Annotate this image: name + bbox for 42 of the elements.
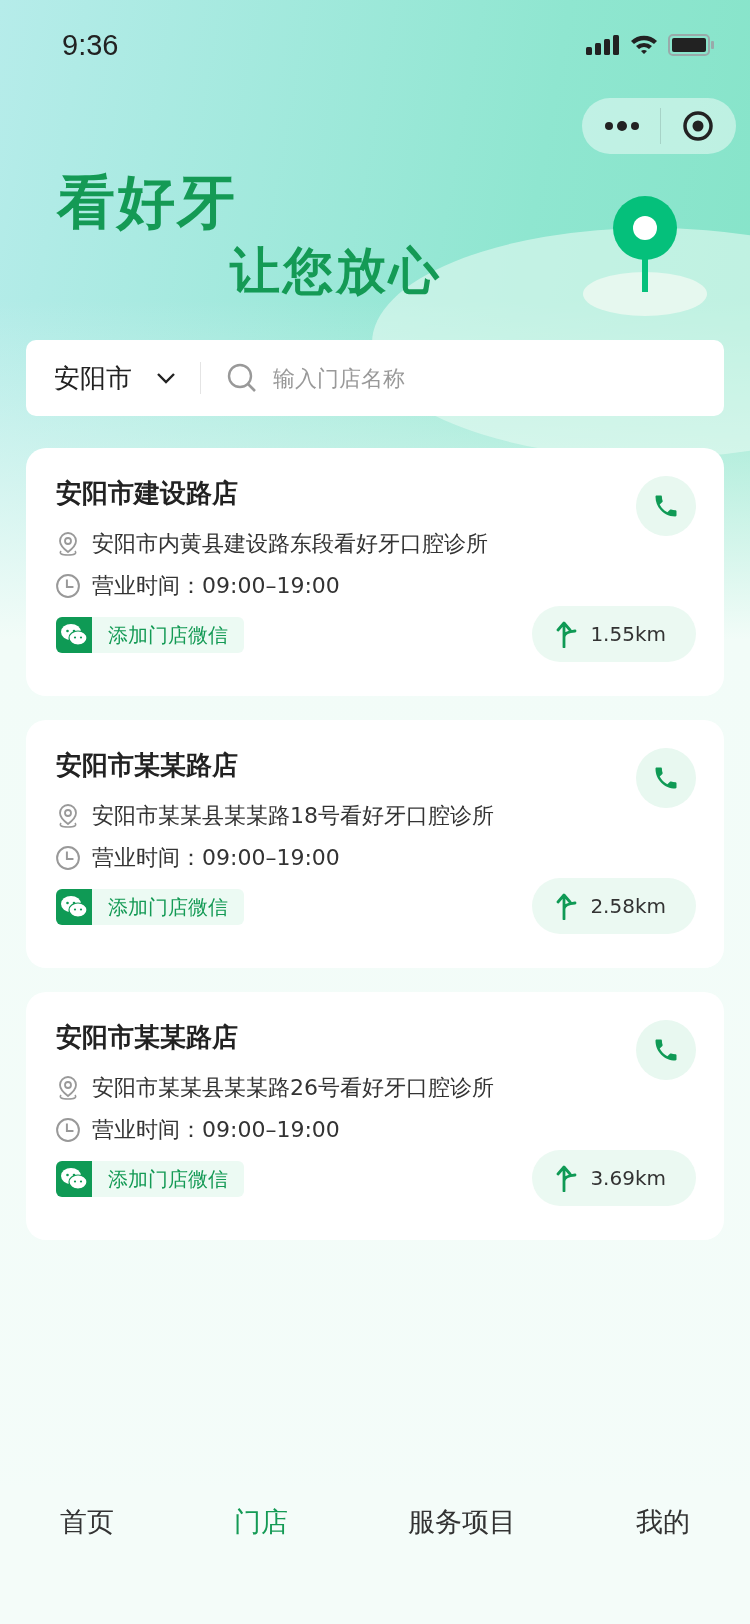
store-address: 安阳市某某县某某路18号看好牙口腔诊所	[92, 802, 494, 830]
tab-item[interactable]: 我的	[620, 1494, 706, 1550]
store-name: 安阳市某某路店	[56, 1021, 238, 1054]
store-card[interactable]: 安阳市建设路店 安阳市内黄县建设路东段看好牙口腔诊所 营业时间：09:00–19:00 添加门店微信 1.55km	[26, 448, 724, 696]
route-arrow-icon	[556, 1164, 579, 1192]
wechat-icon	[60, 623, 88, 647]
status-time: 9:36	[62, 28, 119, 62]
store-name: 安阳市某某路店	[56, 749, 238, 782]
store-address: 安阳市内黄县建设路东段看好牙口腔诊所	[92, 530, 488, 558]
clock-icon	[56, 1118, 80, 1142]
tab-item[interactable]: 服务项目	[392, 1494, 532, 1550]
city-dropdown[interactable]: 安阳市	[54, 360, 176, 396]
battery-icon	[668, 34, 714, 56]
location-icon	[56, 803, 80, 829]
search-icon	[227, 363, 257, 393]
clock-icon	[56, 846, 80, 870]
store-hours: 营业时间：09:00–19:00	[92, 844, 340, 872]
store-card[interactable]: 安阳市某某路店 安阳市某某县某某路18号看好牙口腔诊所 营业时间：09:00–19:00 添加门店微信 2.58km	[26, 720, 724, 968]
navigate-button[interactable]: 1.55km	[532, 606, 696, 662]
navigate-button[interactable]: 2.58km	[532, 878, 696, 934]
search-field[interactable]: 输入门店名称	[271, 364, 696, 392]
hero-title: 看好牙	[57, 167, 237, 238]
location-icon	[56, 531, 80, 557]
tab-item[interactable]: 首页	[44, 1494, 130, 1550]
store-hours: 营业时间：09:00–19:00	[92, 572, 340, 600]
wechat-icon	[60, 895, 88, 919]
store-address: 安阳市某某县某某路26号看好牙口腔诊所	[92, 1074, 494, 1102]
store-hours: 营业时间：09:00–19:00	[92, 1116, 340, 1144]
more-icon[interactable]	[604, 120, 641, 132]
hero-subtitle: 让您放心	[230, 241, 442, 302]
close-target-icon[interactable]	[681, 110, 714, 142]
wifi-icon	[630, 35, 658, 55]
navigate-button[interactable]: 3.69km	[532, 1150, 696, 1206]
store-name: 安阳市建设路店	[56, 477, 238, 510]
route-arrow-icon	[556, 620, 579, 648]
chevron-down-icon	[156, 372, 176, 384]
route-arrow-icon	[556, 892, 579, 920]
clock-icon	[56, 574, 80, 598]
wechat-icon	[60, 1167, 88, 1191]
signal-icon	[586, 35, 620, 55]
location-icon	[56, 1075, 80, 1101]
store-card[interactable]: 安阳市某某路店 安阳市某某县某某路26号看好牙口腔诊所 营业时间：09:00–19:00 添加门店微信 3.69km	[26, 992, 724, 1240]
